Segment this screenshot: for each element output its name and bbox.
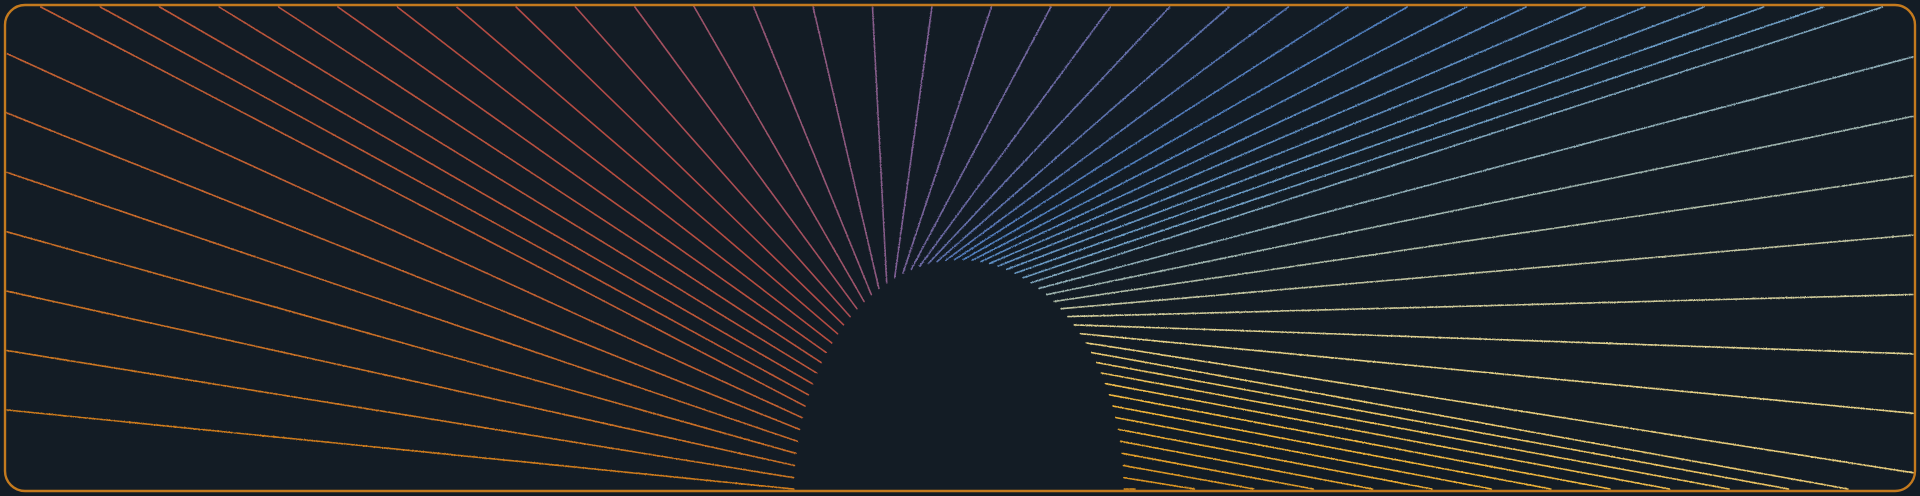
decorative-ray-banner [0,0,1920,496]
background [0,0,1920,496]
